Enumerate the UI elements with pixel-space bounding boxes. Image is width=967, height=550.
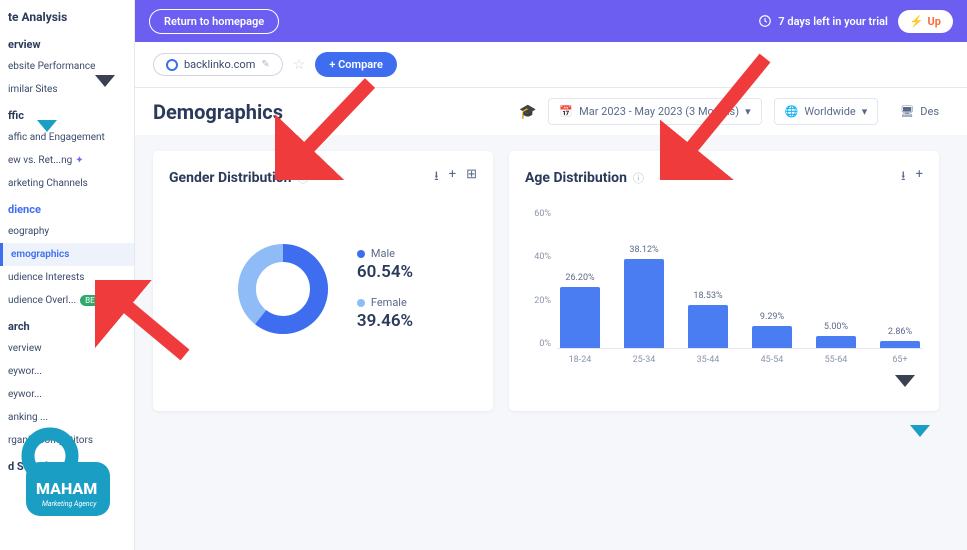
- sidebar-item[interactable]: verview: [0, 337, 134, 360]
- add-icon[interactable]: +: [916, 167, 923, 189]
- graduation-icon[interactable]: 🎓: [519, 104, 536, 120]
- expand-icon[interactable]: ⊞: [466, 167, 477, 189]
- gender-donut: [233, 239, 333, 339]
- sidebar-item[interactable]: emographics: [0, 243, 134, 266]
- cards-row: Gender Distribution ⓘ ⭳ + ⊞: [135, 135, 967, 427]
- age-x-tick: 55-64: [813, 355, 859, 365]
- caret-icon: [37, 120, 57, 132]
- caret-icon: [895, 375, 915, 387]
- download-icon[interactable]: ⭳: [901, 167, 906, 189]
- age-bars: 26.20% 38.12% 18.53% 9.29% 5.00% 2.86%: [557, 209, 923, 349]
- age-x-axis: 18-24 25-34 35-44 45-54 55-64 65+: [557, 355, 923, 365]
- svg-text:MAHAM: MAHAM: [36, 479, 97, 498]
- age-y-axis: 60% 40% 20% 0%: [525, 209, 551, 349]
- bar-value: 38.12%: [629, 245, 658, 255]
- age-card-title: Age Distribution: [525, 170, 627, 186]
- bar-value: 5.00%: [824, 322, 848, 332]
- sidebar-item[interactable]: arketing Channels: [0, 172, 134, 195]
- pencil-icon: ✎: [261, 59, 269, 70]
- sidebar-item[interactable]: udience Overl...BETA✦: [0, 289, 134, 312]
- age-bar: [560, 287, 600, 348]
- info-icon[interactable]: ⓘ: [633, 170, 644, 186]
- bar-value: 2.86%: [888, 327, 912, 337]
- svg-text:Marketing Agency: Marketing Agency: [42, 500, 97, 508]
- age-x-tick: 65+: [877, 355, 923, 365]
- bar-value: 9.29%: [760, 312, 784, 322]
- male-value: 60.54%: [357, 262, 413, 282]
- date-range-select[interactable]: 📅 Mar 2023 - May 2023 (3 Months) ▾: [548, 98, 761, 125]
- compare-button[interactable]: + Compare: [315, 52, 397, 77]
- age-x-tick: 25-34: [621, 355, 667, 365]
- age-distribution-card: Age Distribution ⓘ ⭳ + 60% 40% 20% 0% 26…: [509, 151, 939, 411]
- gender-legend: Male 60.54% Female 39.46%: [357, 247, 413, 331]
- age-bar: [880, 341, 920, 348]
- site-domain: backlinko.com: [184, 58, 255, 71]
- trial-text: 7 days left in your trial: [778, 15, 887, 28]
- age-x-tick: 45-54: [749, 355, 795, 365]
- age-bar: [752, 326, 792, 348]
- star-icon[interactable]: ☆: [293, 57, 306, 73]
- sidebar-item[interactable]: eography: [0, 220, 134, 243]
- gender-distribution-card: Gender Distribution ⓘ ⭳ + ⊞: [153, 151, 493, 411]
- info-icon[interactable]: ⓘ: [297, 170, 308, 186]
- filter-bar: Demographics 🎓 📅 Mar 2023 - May 2023 (3 …: [135, 88, 967, 135]
- caret-icon: [95, 75, 115, 87]
- download-icon[interactable]: ⭳: [434, 167, 439, 189]
- plus-icon: +: [329, 58, 338, 71]
- sidebar-item[interactable]: eywor...: [0, 383, 134, 406]
- age-x-tick: 18-24: [557, 355, 603, 365]
- age-bar: [816, 336, 856, 348]
- caret-icon: [910, 425, 930, 437]
- upgrade-label: Up: [928, 15, 941, 28]
- calendar-icon: 📅: [559, 105, 573, 118]
- sidebar-item[interactable]: eywor...: [0, 360, 134, 383]
- page-title: Demographics: [153, 100, 283, 124]
- sidebar-item[interactable]: affic and Engagement: [0, 126, 134, 149]
- bar-value: 26.20%: [565, 273, 594, 283]
- age-bar: [688, 305, 728, 348]
- desktop-icon: 🖥: [900, 105, 914, 118]
- device-select[interactable]: 🖥 Des: [890, 99, 949, 124]
- sidebar-group-head: ffic: [0, 101, 134, 126]
- gender-card-title: Gender Distribution: [169, 170, 291, 186]
- sidebar-group-head: dience: [0, 195, 134, 220]
- site-pill[interactable]: backlinko.com ✎: [153, 53, 283, 76]
- site-dot-icon: [166, 59, 178, 71]
- geo-select[interactable]: 🌐 Worldwide ▾: [774, 98, 879, 125]
- clock-icon: [758, 14, 772, 28]
- bar-value: 18.53%: [693, 291, 722, 301]
- chevron-down-icon: ▾: [745, 105, 751, 118]
- return-homepage-button[interactable]: Return to homepage: [149, 9, 279, 34]
- chevron-down-icon: ▾: [862, 105, 868, 118]
- trial-status: 7 days left in your trial: [758, 14, 887, 28]
- main: Return to homepage 7 days left in your t…: [135, 0, 967, 550]
- sidebar-section-title: te Analysis: [0, 4, 134, 30]
- add-icon[interactable]: +: [449, 167, 456, 189]
- upgrade-button[interactable]: ⚡ Up: [898, 10, 953, 33]
- sidebar-group-head: arch: [0, 312, 134, 337]
- site-bar: backlinko.com ✎ ☆ + Compare: [135, 42, 967, 88]
- topbar: Return to homepage 7 days left in your t…: [135, 0, 967, 42]
- lightning-icon: ⚡: [910, 15, 924, 28]
- globe-icon: 🌐: [785, 105, 799, 118]
- maham-logo: MAHAM Marketing Agency: [8, 420, 118, 520]
- sidebar-item[interactable]: ew vs. Ret...ng✦: [0, 149, 134, 172]
- age-bar: [624, 259, 664, 348]
- sidebar-item[interactable]: udience Interests: [0, 266, 134, 289]
- age-x-tick: 35-44: [685, 355, 731, 365]
- sidebar-group-head: erview: [0, 30, 134, 55]
- female-value: 39.46%: [357, 311, 413, 331]
